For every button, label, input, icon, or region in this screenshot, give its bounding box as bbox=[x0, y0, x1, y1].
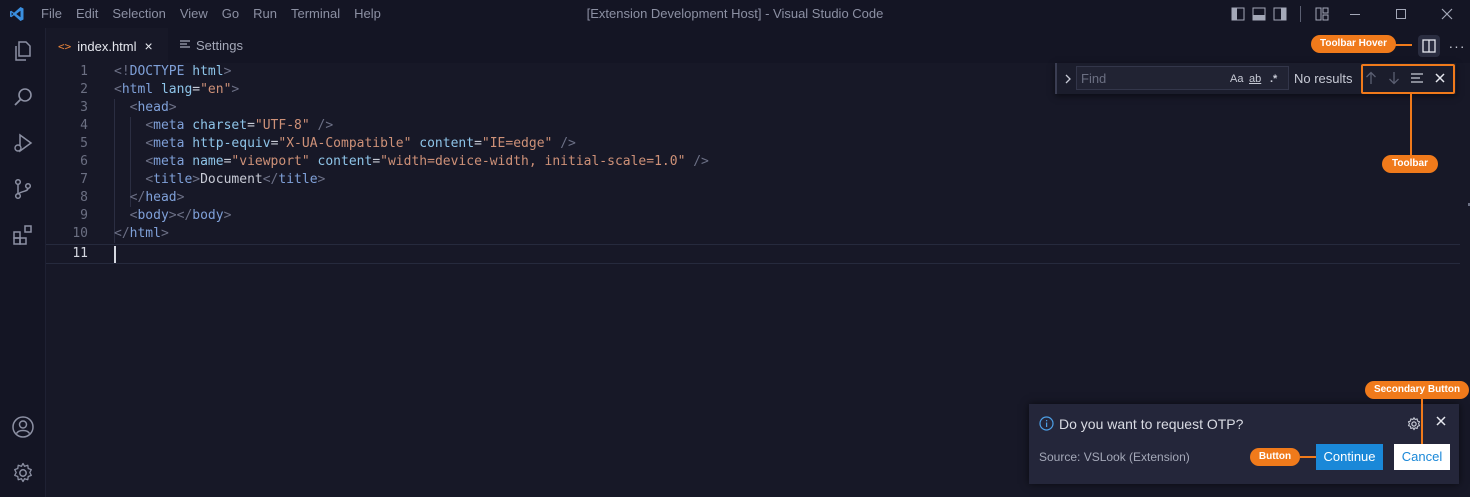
annotation-leader-line bbox=[1300, 456, 1316, 458]
explorer-icon[interactable] bbox=[0, 28, 46, 74]
annotation-leader-line bbox=[1410, 94, 1412, 156]
activity-bar bbox=[0, 28, 46, 497]
tab-label: Settings bbox=[196, 38, 243, 53]
toggle-panel-icon[interactable] bbox=[1248, 0, 1269, 28]
code-line: 10 </html> bbox=[72, 226, 169, 241]
annotation-leader-line bbox=[1394, 44, 1412, 46]
menu-help[interactable]: Help bbox=[347, 0, 388, 28]
manage-gear-icon[interactable] bbox=[0, 450, 46, 496]
code-line: 8 </head> bbox=[80, 190, 185, 205]
window-controls bbox=[1227, 0, 1470, 28]
menu-terminal[interactable]: Terminal bbox=[284, 0, 347, 28]
search-icon[interactable] bbox=[0, 74, 46, 120]
close-window-icon[interactable] bbox=[1424, 0, 1470, 28]
more-actions-icon[interactable]: ··· bbox=[1444, 35, 1470, 57]
annotation-toolbar-hover: Toolbar Hover bbox=[1311, 35, 1396, 53]
settings-lines-icon bbox=[180, 39, 190, 52]
source-control-icon[interactable] bbox=[0, 166, 46, 212]
accounts-icon[interactable] bbox=[0, 404, 46, 450]
find-field-container: Aa ab .* bbox=[1076, 66, 1289, 90]
vscode-logo-icon bbox=[0, 0, 34, 28]
menu-view[interactable]: View bbox=[173, 0, 215, 28]
menu-selection[interactable]: Selection bbox=[105, 0, 172, 28]
tab-label: index.html bbox=[77, 38, 137, 54]
minimize-icon[interactable] bbox=[1332, 0, 1378, 28]
menu-run[interactable]: Run bbox=[246, 0, 284, 28]
divider bbox=[1290, 0, 1311, 28]
annotation-secondary-button: Secondary Button bbox=[1365, 381, 1469, 399]
toggle-sidebar-icon[interactable] bbox=[1227, 0, 1248, 28]
toggle-replace-chevron-icon[interactable] bbox=[1061, 69, 1075, 89]
annotation-leader-line bbox=[1421, 399, 1423, 444]
split-editor-icon bbox=[1422, 38, 1436, 53]
split-editor-button[interactable] bbox=[1418, 34, 1440, 57]
continue-button[interactable]: Continue bbox=[1316, 444, 1383, 470]
notification-message: Do you want to request OTP? bbox=[1059, 416, 1244, 432]
notification-close-icon[interactable] bbox=[1433, 414, 1449, 432]
previous-match-arrow-up-icon[interactable] bbox=[1361, 68, 1381, 88]
html-file-icon: <> bbox=[58, 39, 72, 53]
info-icon bbox=[1039, 416, 1054, 431]
toggle-secondary-sidebar-icon[interactable] bbox=[1269, 0, 1290, 28]
next-match-arrow-down-icon[interactable] bbox=[1384, 68, 1404, 88]
notification-source: Source: VSLook (Extension) bbox=[1039, 450, 1190, 464]
menu-edit[interactable]: Edit bbox=[69, 0, 105, 28]
menu-go[interactable]: Go bbox=[215, 0, 246, 28]
notification-gear-icon[interactable] bbox=[1406, 416, 1422, 432]
extensions-icon[interactable] bbox=[0, 212, 46, 258]
annotation-button: Button bbox=[1250, 448, 1300, 466]
title-bar: File Edit Selection View Go Run Terminal… bbox=[0, 0, 1470, 28]
code-line: 9 <body></body> bbox=[80, 208, 232, 223]
run-debug-icon[interactable] bbox=[0, 120, 46, 166]
find-status: No results bbox=[1294, 71, 1353, 86]
code-line: 11 bbox=[72, 246, 88, 261]
tab-settings[interactable]: Settings bbox=[168, 28, 288, 63]
code-line: 6 <meta name="viewport" content="width=d… bbox=[80, 154, 709, 169]
close-find-icon[interactable] bbox=[1430, 68, 1450, 88]
use-regex-toggle[interactable]: .* bbox=[1270, 71, 1277, 87]
editor-tabs: <> index.html × Settings bbox=[46, 28, 1470, 63]
maximize-icon[interactable] bbox=[1378, 0, 1424, 28]
code-line: 5 <meta http-equiv="X-UA-Compatible" con… bbox=[80, 136, 576, 151]
code-line: 7 <title>Document</title> bbox=[80, 172, 326, 187]
find-input[interactable] bbox=[1081, 69, 1221, 87]
tab-index-html[interactable]: <> index.html × bbox=[46, 28, 168, 63]
match-whole-word-toggle[interactable]: ab bbox=[1249, 71, 1261, 87]
customize-layout-icon[interactable] bbox=[1311, 0, 1332, 28]
close-tab-icon[interactable]: × bbox=[145, 38, 153, 54]
cancel-button[interactable]: Cancel bbox=[1394, 444, 1450, 470]
text-cursor bbox=[114, 246, 116, 263]
code-line: 3 <head> bbox=[80, 100, 177, 115]
editor-actions: ··· bbox=[1418, 28, 1470, 63]
menu-bar: File Edit Selection View Go Run Terminal… bbox=[34, 0, 388, 28]
code-line: 4 <meta charset="UTF-8" /> bbox=[80, 118, 334, 133]
match-case-toggle[interactable]: Aa bbox=[1230, 71, 1243, 87]
menu-file[interactable]: File bbox=[34, 0, 69, 28]
annotation-toolbar: Toolbar bbox=[1382, 155, 1438, 173]
find-in-selection-icon[interactable] bbox=[1407, 68, 1427, 88]
